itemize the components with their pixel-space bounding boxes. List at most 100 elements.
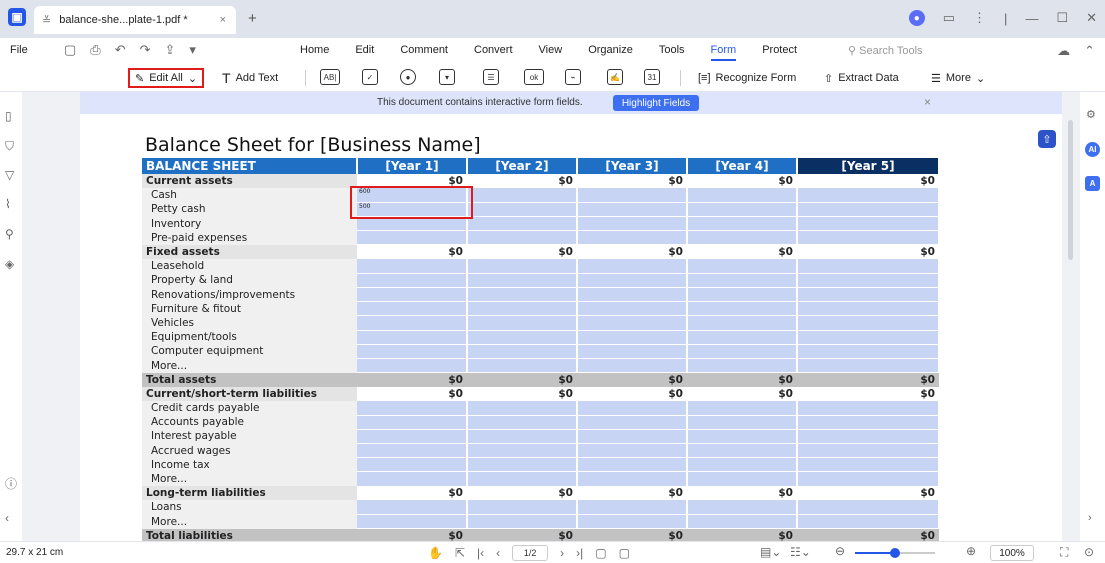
form-input-field[interactable] xyxy=(357,443,468,459)
message-icon[interactable]: ▭ xyxy=(943,10,955,26)
minimize-button[interactable]: — xyxy=(1025,11,1038,26)
hand-tool-icon[interactable]: ✋ xyxy=(428,546,443,560)
tab-comment[interactable]: Comment xyxy=(400,44,448,61)
form-input-field[interactable] xyxy=(797,202,940,218)
highlight-fields-button[interactable]: Highlight Fields xyxy=(613,95,699,111)
form-input-field[interactable] xyxy=(577,344,688,359)
form-input-field[interactable] xyxy=(577,358,688,374)
form-input-field[interactable] xyxy=(357,457,468,473)
form-input-field[interactable] xyxy=(577,514,688,530)
form-input-field[interactable] xyxy=(467,330,578,345)
tab-edit[interactable]: Edit xyxy=(355,44,374,61)
avatar[interactable]: ● xyxy=(908,10,925,26)
two-page-icon[interactable]: ▢ xyxy=(619,546,630,560)
form-input-field[interactable] xyxy=(797,287,940,303)
form-input-field[interactable] xyxy=(357,273,468,289)
form-input-field[interactable] xyxy=(797,471,940,487)
form-input-field[interactable] xyxy=(797,443,940,459)
form-input-field[interactable] xyxy=(797,301,940,317)
form-input-field[interactable] xyxy=(687,202,798,218)
checkbox-field-icon[interactable]: ✓ xyxy=(362,69,378,85)
chevron-left-icon[interactable]: ‹ xyxy=(5,512,17,524)
form-input-field[interactable] xyxy=(687,500,798,516)
form-input-field[interactable] xyxy=(467,471,578,487)
chevron-right-icon[interactable]: › xyxy=(1088,512,1092,524)
form-input-field[interactable] xyxy=(687,429,798,445)
form-input-field[interactable] xyxy=(467,315,578,331)
add-text-button[interactable]: T Add Text xyxy=(222,68,278,88)
new-tab-button[interactable]: + xyxy=(248,10,257,27)
date-field-icon[interactable]: 31 xyxy=(644,69,660,85)
bookmark-icon[interactable]: ⛉ xyxy=(5,140,17,152)
undo-icon[interactable]: ↶ xyxy=(115,42,126,58)
form-input-field[interactable] xyxy=(357,471,468,487)
previous-page-icon[interactable]: ‹ xyxy=(496,546,500,560)
print-icon[interactable]: ⎙ xyxy=(90,42,100,58)
form-input-field[interactable] xyxy=(797,344,940,359)
combo-box-field-icon[interactable]: ▾ xyxy=(439,69,455,85)
form-input-field[interactable] xyxy=(577,315,688,331)
close-window-button[interactable]: ✕ xyxy=(1086,10,1097,26)
form-input-field[interactable] xyxy=(687,358,798,374)
properties-icon[interactable]: ⚙ xyxy=(1086,108,1096,121)
form-input-field[interactable] xyxy=(577,216,688,232)
form-input-field[interactable] xyxy=(577,188,688,203)
form-input-field[interactable] xyxy=(467,500,578,516)
form-input-field[interactable] xyxy=(687,514,798,530)
file-menu[interactable]: File xyxy=(10,44,28,56)
form-input-field[interactable] xyxy=(687,287,798,303)
form-input-field[interactable] xyxy=(577,259,688,274)
tab-form[interactable]: Form xyxy=(710,44,737,61)
form-input-field[interactable] xyxy=(687,188,798,203)
ai-translate-icon[interactable]: A xyxy=(1085,176,1100,191)
form-input-field[interactable] xyxy=(467,301,578,317)
tab-chevron-icon[interactable]: ≚ xyxy=(42,14,51,27)
form-input-field[interactable] xyxy=(797,330,940,345)
form-input-field[interactable] xyxy=(687,401,798,416)
form-input-field[interactable] xyxy=(797,216,940,232)
form-input-field[interactable] xyxy=(357,344,468,359)
form-input-field[interactable] xyxy=(577,415,688,430)
form-input-field[interactable] xyxy=(797,514,940,530)
form-input-field[interactable] xyxy=(467,443,578,459)
share-icon[interactable]: ⇪ xyxy=(165,42,176,58)
form-input-field[interactable] xyxy=(467,344,578,359)
attachment-icon[interactable]: ⌇ xyxy=(5,198,17,210)
tab-protect[interactable]: Protect xyxy=(762,44,797,61)
form-input-field[interactable] xyxy=(687,216,798,232)
form-input-field[interactable] xyxy=(797,457,940,473)
form-input-field[interactable] xyxy=(467,273,578,289)
form-input-field[interactable] xyxy=(577,230,688,246)
maximize-button[interactable]: ☐ xyxy=(1056,10,1068,26)
text-field-icon[interactable]: AB| xyxy=(320,69,340,85)
form-input-field[interactable] xyxy=(357,401,468,416)
form-input-field[interactable] xyxy=(357,514,468,530)
form-input-field[interactable] xyxy=(687,259,798,274)
extract-data-button[interactable]: ⇧ Extract Data xyxy=(824,68,899,88)
form-input-field[interactable] xyxy=(577,301,688,317)
document-tab[interactable]: ≚ balance-she...plate-1.pdf * × xyxy=(34,6,236,34)
form-input-field[interactable] xyxy=(577,401,688,416)
form-input-field[interactable] xyxy=(467,457,578,473)
form-input-field[interactable] xyxy=(797,273,940,289)
form-input-field[interactable] xyxy=(357,315,468,331)
collapse-ribbon-icon[interactable]: ⌃ xyxy=(1084,43,1095,59)
layers-icon[interactable]: ◈ xyxy=(5,258,17,270)
next-page-icon[interactable]: › xyxy=(560,546,564,560)
upload-icon[interactable]: ⇧ xyxy=(1038,130,1056,148)
form-input-field[interactable] xyxy=(357,287,468,303)
form-input-field[interactable] xyxy=(797,315,940,331)
form-input-field[interactable] xyxy=(797,358,940,374)
form-input-field[interactable] xyxy=(577,471,688,487)
form-input-field[interactable] xyxy=(797,429,940,445)
single-page-icon[interactable]: ▢ xyxy=(595,546,606,560)
banner-close-button[interactable]: × xyxy=(924,95,931,109)
form-input-field[interactable] xyxy=(357,301,468,317)
image-field-icon[interactable]: ⌁ xyxy=(565,69,581,85)
redo-icon[interactable]: ↷ xyxy=(140,42,151,58)
tab-convert[interactable]: Convert xyxy=(474,44,513,61)
view-mode-icon[interactable]: ☷⌄ xyxy=(790,545,811,559)
search-icon[interactable]: ⚲ xyxy=(5,228,17,240)
form-input-field[interactable] xyxy=(687,315,798,331)
tab-close-button[interactable]: × xyxy=(220,14,226,26)
